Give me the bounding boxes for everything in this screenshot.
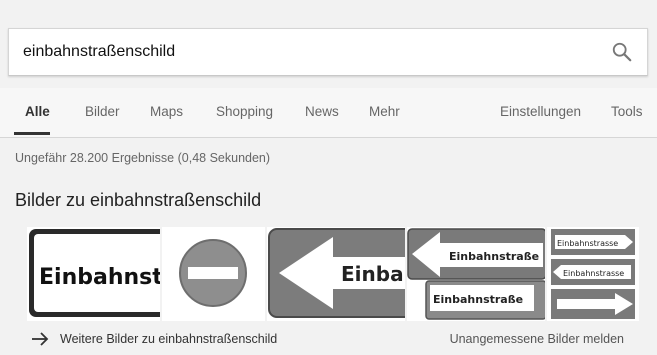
search-tabs: Alle Bilder Maps Shopping News Mehr Eins…: [0, 88, 657, 138]
image-thumbnail-1[interactable]: Einbahnstr: [27, 227, 160, 321]
image-5-text-mid: Einbahnstrasse: [563, 269, 624, 278]
tab-news[interactable]: News: [305, 104, 339, 119]
image-strip: Einbahnstr Einbal Einbahnstraße Einbahns…: [27, 227, 639, 321]
tab-tools[interactable]: Tools: [611, 104, 643, 119]
image-4-text-bottom: Einbahnstraße: [433, 293, 523, 306]
tab-maps[interactable]: Maps: [150, 104, 183, 119]
image-1-text: Einbahnstr: [39, 265, 160, 290]
tab-mehr[interactable]: Mehr: [369, 104, 400, 119]
search-box[interactable]: einbahnstraßenschild: [8, 28, 648, 76]
image-thumbnail-2[interactable]: [162, 227, 265, 321]
report-images-link[interactable]: Unangemessene Bilder melden: [450, 332, 624, 346]
image-4-text-top: Einbahnstraße: [449, 250, 539, 263]
search-input[interactable]: einbahnstraßenschild: [23, 43, 175, 61]
tab-settings[interactable]: Einstellungen: [500, 104, 581, 119]
image-thumbnail-5[interactable]: Einbahnstrasse Einbahnstrasse: [547, 227, 639, 321]
search-icon[interactable]: [611, 41, 633, 63]
arrow-right-icon[interactable]: [31, 331, 49, 347]
active-tab-indicator: [14, 132, 50, 135]
image-thumbnail-3[interactable]: Einbal: [267, 227, 405, 321]
tab-alle[interactable]: Alle: [25, 104, 50, 119]
result-stats: Ungefähr 28.200 Ergebnisse (0,48 Sekunde…: [15, 151, 271, 165]
tab-shopping[interactable]: Shopping: [216, 104, 273, 119]
tab-bilder[interactable]: Bilder: [85, 104, 120, 119]
images-heading[interactable]: Bilder zu einbahnstraßenschild: [15, 190, 261, 211]
image-5-text-top: Einbahnstrasse: [557, 239, 618, 248]
more-images-link[interactable]: Weitere Bilder zu einbahnstraßenschild: [60, 332, 277, 346]
image-3-text: Einbal: [341, 262, 405, 286]
image-thumbnail-4[interactable]: Einbahnstraße Einbahnstraße: [407, 227, 545, 321]
images-footer: Weitere Bilder zu einbahnstraßenschild U…: [0, 322, 657, 355]
search-area: einbahnstraßenschild: [0, 0, 657, 86]
